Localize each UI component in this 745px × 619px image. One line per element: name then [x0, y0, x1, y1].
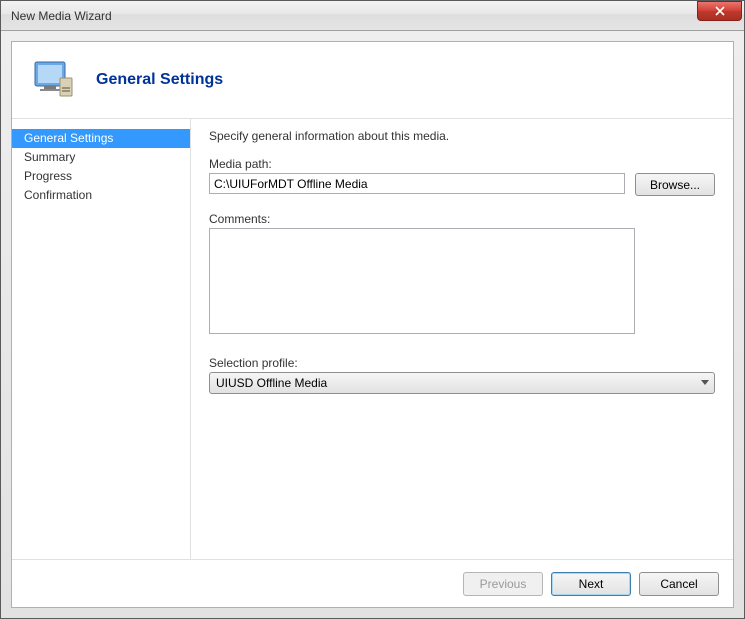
- comments-input[interactable]: [209, 228, 635, 334]
- sidebar-item-label: Summary: [24, 150, 75, 164]
- wizard-header: General Settings: [12, 42, 733, 118]
- cancel-button[interactable]: Cancel: [639, 572, 719, 596]
- window-title: New Media Wizard: [11, 9, 112, 23]
- sidebar-item-label: General Settings: [24, 131, 113, 145]
- media-path-label: Media path:: [209, 157, 715, 171]
- sidebar-item-summary[interactable]: Summary: [12, 148, 190, 167]
- browse-button[interactable]: Browse...: [635, 173, 715, 196]
- selection-profile-wrapper: UIUSD Offline Media: [209, 372, 715, 394]
- wizard-footer: Previous Next Cancel: [12, 559, 733, 607]
- sidebar-item-label: Confirmation: [24, 188, 92, 202]
- next-button[interactable]: Next: [551, 572, 631, 596]
- selection-profile-select[interactable]: UIUSD Offline Media: [209, 372, 715, 394]
- close-button[interactable]: [697, 1, 742, 21]
- media-path-row: Browse...: [209, 173, 715, 196]
- close-icon: [715, 6, 725, 16]
- content-outer: General Settings General Settings Summar…: [1, 31, 744, 618]
- main-area: Specify general information about this m…: [191, 119, 733, 559]
- sidebar-item-general-settings[interactable]: General Settings: [12, 129, 190, 148]
- sidebar-item-confirmation[interactable]: Confirmation: [12, 186, 190, 205]
- wizard-window: New Media Wizard General Settings: [0, 0, 745, 619]
- content-panel: General Settings General Settings Summar…: [11, 41, 734, 608]
- sidebar-item-progress[interactable]: Progress: [12, 167, 190, 186]
- instruction-text: Specify general information about this m…: [209, 129, 715, 143]
- sidebar-item-label: Progress: [24, 169, 72, 183]
- media-path-input[interactable]: [209, 173, 625, 194]
- sidebar: General Settings Summary Progress Confir…: [12, 119, 191, 559]
- titlebar: New Media Wizard: [1, 1, 744, 31]
- page-title: General Settings: [96, 71, 223, 89]
- computer-icon: [30, 56, 78, 104]
- comments-label: Comments:: [209, 212, 715, 226]
- selection-profile-label: Selection profile:: [209, 356, 715, 370]
- wizard-body: General Settings Summary Progress Confir…: [12, 118, 733, 559]
- previous-button: Previous: [463, 572, 543, 596]
